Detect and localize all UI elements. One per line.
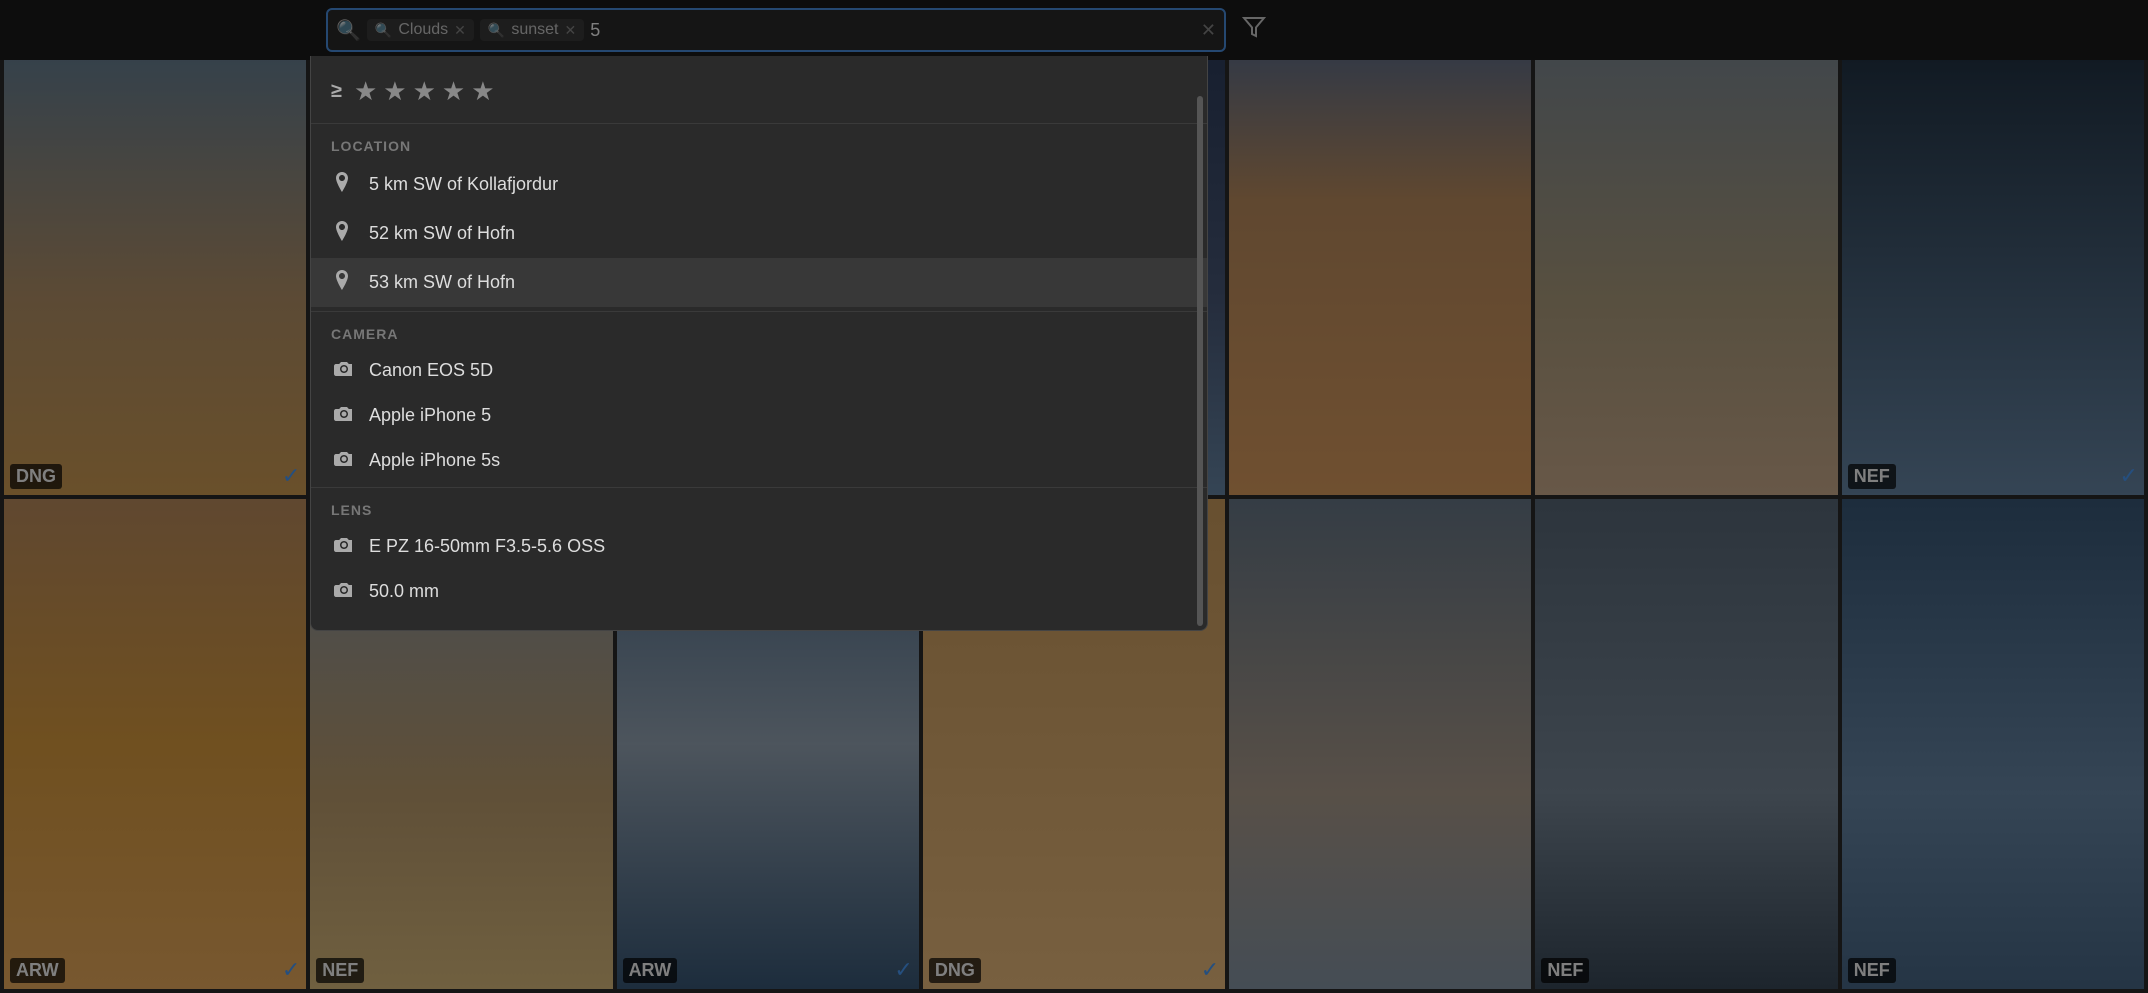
lens-icon-1 bbox=[331, 536, 353, 557]
camera-item-2[interactable]: Apple iPhone 5 bbox=[311, 393, 1207, 438]
location-text-1: 5 km SW of Kollafjordur bbox=[369, 174, 558, 195]
location-item-2[interactable]: 52 km SW of Hofn bbox=[311, 209, 1207, 258]
camera-icon-3 bbox=[331, 450, 353, 471]
location-icon-1 bbox=[331, 172, 353, 197]
lens-text-2: 50.0 mm bbox=[369, 581, 439, 602]
rating-gte-symbol: ≥ bbox=[331, 80, 342, 103]
camera-text-1: Canon EOS 5D bbox=[369, 360, 493, 381]
location-icon-3 bbox=[331, 270, 353, 295]
camera-item-1[interactable]: Canon EOS 5D bbox=[311, 348, 1207, 393]
star-2: ★ bbox=[383, 76, 406, 107]
section-label-lens: LENS bbox=[311, 492, 1207, 524]
divider-1 bbox=[311, 123, 1207, 124]
section-label-location: LOCATION bbox=[311, 128, 1207, 160]
section-label-camera: CAMERA bbox=[311, 316, 1207, 348]
star-rating: ★ ★ ★ ★ ★ bbox=[354, 76, 495, 107]
lens-icon-2 bbox=[331, 581, 353, 602]
divider-3 bbox=[311, 487, 1207, 488]
camera-icon-2 bbox=[331, 405, 353, 426]
star-5: ★ bbox=[471, 76, 494, 107]
star-4: ★ bbox=[442, 76, 465, 107]
dropdown-scrollbar bbox=[1197, 96, 1203, 626]
lens-item-2[interactable]: 50.0 mm bbox=[311, 569, 1207, 614]
location-item-1[interactable]: 5 km SW of Kollafjordur bbox=[311, 160, 1207, 209]
camera-text-2: Apple iPhone 5 bbox=[369, 405, 491, 426]
divider-2 bbox=[311, 311, 1207, 312]
star-3: ★ bbox=[413, 76, 436, 107]
rating-filter-row[interactable]: ≥ ★ ★ ★ ★ ★ bbox=[311, 64, 1207, 119]
search-dropdown: ≥ ★ ★ ★ ★ ★ LOCATION 5 km SW of Kollafjo… bbox=[310, 56, 1208, 631]
lens-text-1: E PZ 16-50mm F3.5-5.6 OSS bbox=[369, 536, 605, 557]
lens-item-1[interactable]: E PZ 16-50mm F3.5-5.6 OSS bbox=[311, 524, 1207, 569]
location-item-3[interactable]: 53 km SW of Hofn bbox=[311, 258, 1207, 307]
camera-item-3[interactable]: Apple iPhone 5s bbox=[311, 438, 1207, 483]
camera-text-3: Apple iPhone 5s bbox=[369, 450, 500, 471]
camera-icon-1 bbox=[331, 360, 353, 381]
location-icon-2 bbox=[331, 221, 353, 246]
location-text-3: 53 km SW of Hofn bbox=[369, 272, 515, 293]
star-1: ★ bbox=[354, 76, 377, 107]
location-text-2: 52 km SW of Hofn bbox=[369, 223, 515, 244]
